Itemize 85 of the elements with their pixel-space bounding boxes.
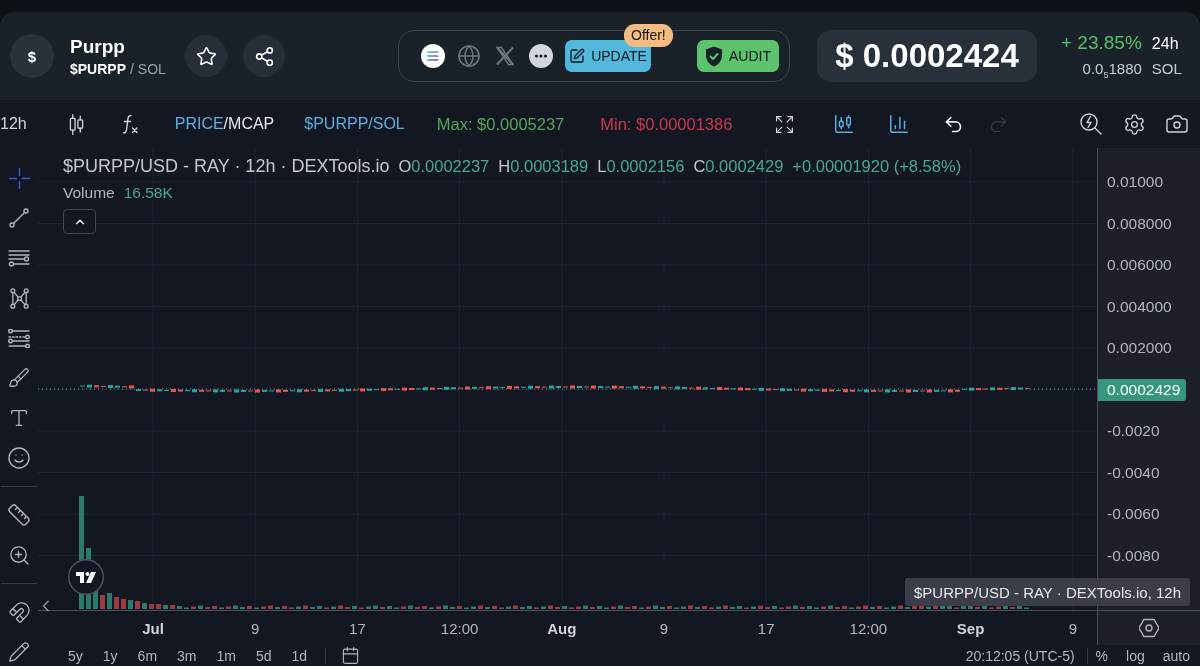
price-axis-label: 0.008000 [1106, 214, 1172, 233]
range-button[interactable]: 6m [137, 646, 158, 665]
coin-icon[interactable] [421, 44, 445, 68]
range-button[interactable]: 1m [216, 646, 236, 665]
time-axis-label: 17 [757, 619, 775, 637]
snapshot-button[interactable] [1165, 112, 1189, 136]
range-button[interactable]: 5y [68, 646, 83, 665]
native-unit: SOL [1151, 60, 1182, 77]
price-axis-label: -0.0020 [1106, 422, 1160, 440]
smiley-icon [7, 446, 31, 470]
token-avatar: $ [10, 34, 54, 78]
chart-mode-tab[interactable]: PRICE [174, 115, 224, 133]
settings-button[interactable] [1122, 112, 1146, 136]
brush-icon [8, 367, 30, 389]
text-icon [8, 407, 30, 429]
share-button[interactable] [243, 35, 285, 77]
max-price-text: Max: $0.0005237 [436, 114, 565, 134]
time-axis-label: 12:00 [849, 619, 888, 637]
calendar-icon [340, 646, 360, 665]
time-axis-label: 9 [659, 619, 669, 637]
edit-icon [569, 48, 586, 64]
axis-settings-button[interactable] [1137, 616, 1161, 640]
share-icon [253, 45, 275, 67]
min-price-text: Min: $0.00001386 [600, 114, 733, 134]
candles-icon [69, 113, 85, 135]
time-axis-label: 9 [1068, 619, 1077, 637]
scale-button[interactable]: log [1126, 646, 1145, 665]
horizontal-lines-icon [8, 249, 30, 267]
x-logo-icon[interactable] [495, 46, 515, 66]
settings-icon [1122, 112, 1146, 136]
star-icon [195, 45, 217, 67]
time-axis-label: 12:00 [440, 619, 479, 637]
time-axis-label: Jul [142, 619, 164, 637]
token-price: $ 0.0002424 [817, 30, 1037, 82]
pair-link[interactable]: $PURPP/SOL [304, 115, 405, 133]
price-axis-label: 0.004000 [1106, 297, 1172, 316]
camera-icon [1165, 112, 1189, 136]
price-axis-label: 0.006000 [1106, 256, 1172, 274]
time-axis-label: Sep [956, 619, 985, 637]
pattern-icon [8, 287, 30, 309]
pencil-icon [8, 641, 30, 663]
crosshair-icon [8, 167, 30, 189]
shield-check-icon [705, 45, 723, 67]
interval-button[interactable]: 12h [0, 115, 27, 133]
search-icon [1080, 113, 1102, 135]
price-axis-label: 0.01000 [1106, 173, 1164, 191]
zoom-in-icon [7, 543, 31, 567]
more-icon[interactable] [529, 44, 553, 68]
price-axis-label: -0.0060 [1106, 505, 1160, 523]
price-axis-label: -0.0080 [1106, 546, 1160, 565]
quote-symbol: / SOL [130, 60, 166, 77]
range-button[interactable]: 5d [255, 646, 272, 665]
change-period: 24h [1151, 35, 1180, 53]
scale-button[interactable]: auto [1162, 646, 1190, 665]
last-price-label: 0.0002429 [1098, 378, 1187, 401]
range-button[interactable]: 3m [177, 646, 197, 665]
fullscreen-icon [773, 113, 795, 135]
update-button[interactable]: UPDATE [565, 40, 651, 72]
settings-icon [1139, 618, 1159, 638]
range-button[interactable]: 1y [102, 646, 118, 665]
magnet-icon [7, 600, 31, 624]
token-ticker: $PURPP [70, 60, 127, 77]
range-button[interactable]: 1d [291, 646, 308, 665]
native-price: 0.0$_{5}$1880 [1082, 60, 1142, 80]
clock-text: 20:12:05 (UTC-5) [965, 646, 1075, 665]
ruler-icon [7, 503, 31, 527]
price-axis-label: -0.0040 [1106, 463, 1160, 482]
candlestick-chart-icon [833, 113, 856, 135]
offer-badge: Offer! [624, 24, 673, 47]
time-axis-label: 17 [349, 619, 366, 637]
token-name: Purpp [70, 35, 125, 58]
time-axis-label: Aug [547, 619, 577, 637]
scale-button[interactable]: % [1095, 646, 1109, 665]
quick-search-button[interactable] [1079, 112, 1103, 136]
price-axis-label: 0.002000 [1106, 339, 1172, 357]
favorite-button[interactable] [185, 35, 227, 77]
globe-icon[interactable] [457, 44, 481, 68]
function-icon [120, 114, 139, 134]
fib-lines-icon [8, 328, 30, 348]
bar-chart-icon [888, 113, 911, 135]
trend-line-icon [9, 208, 29, 228]
audit-button[interactable]: AUDIT [697, 40, 779, 72]
time-axis-label: 9 [251, 619, 260, 637]
price-change: + 23.85% [1061, 32, 1142, 54]
chart-mode-tab[interactable]: /MCAP [223, 115, 275, 133]
